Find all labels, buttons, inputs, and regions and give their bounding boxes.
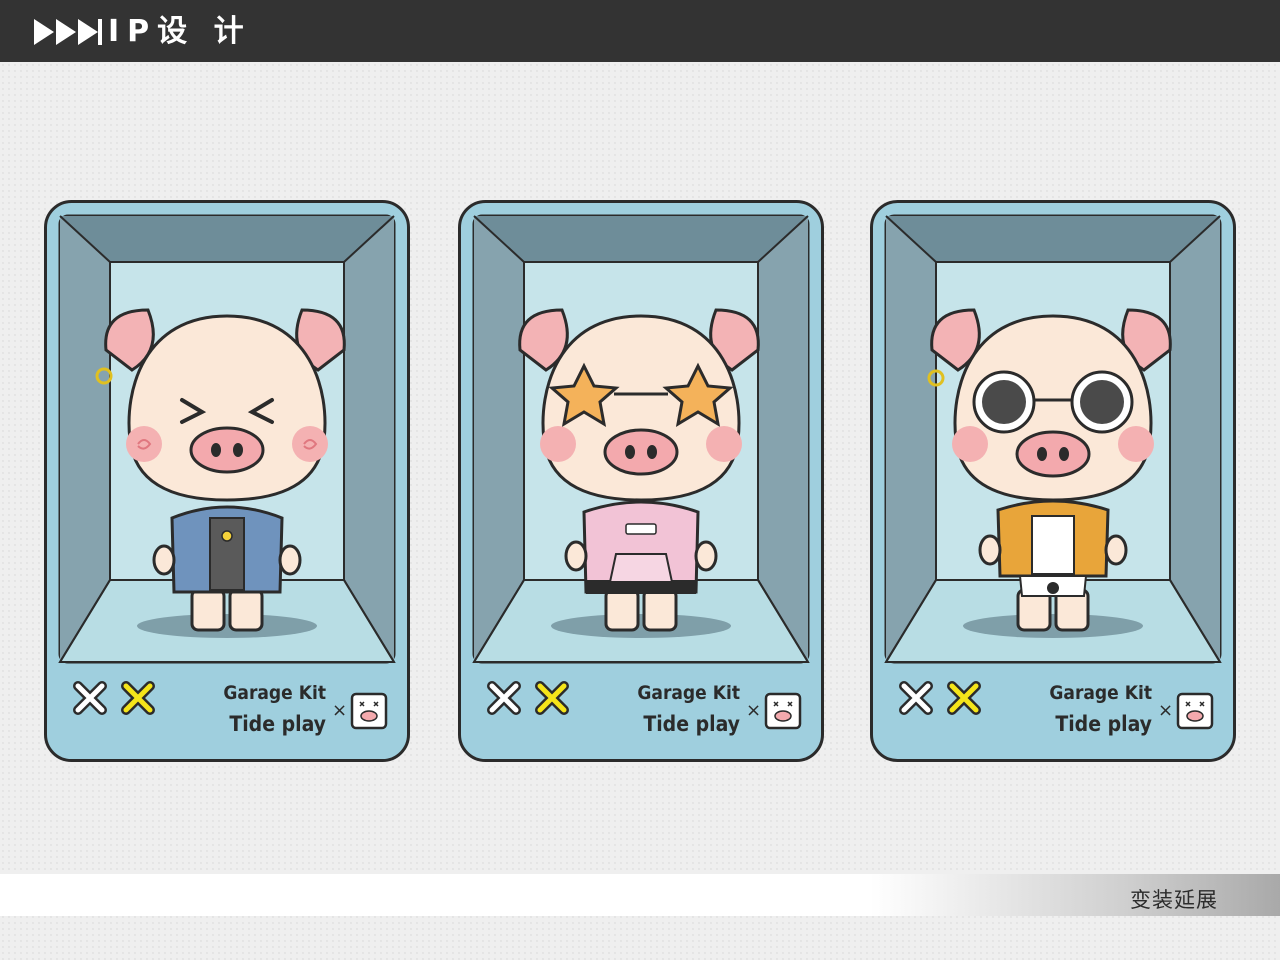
footer-label: 变装延展 — [1130, 888, 1218, 912]
display-box-2 — [458, 200, 824, 762]
garage-kit-label: Garage Kit — [223, 682, 326, 704]
times-sign: × — [1158, 700, 1174, 721]
footer-band — [0, 874, 1280, 916]
header-bar: IP设 计 — [0, 0, 1280, 62]
figure-card-2: Garage Kit Tide play × — [458, 200, 824, 762]
tide-play-label: Tide play — [1055, 712, 1152, 736]
garage-kit-label: Garage Kit — [1049, 682, 1152, 704]
display-box-3 — [870, 200, 1236, 762]
times-sign: × — [746, 700, 762, 721]
figure-card-3: Garage Kit Tide play × — [870, 200, 1236, 762]
garage-kit-label: Garage Kit — [637, 682, 740, 704]
play-arrows-icon — [34, 19, 102, 45]
page-title: IP设 计 — [108, 14, 252, 49]
figure-card-1: Garage Kit Tide play × — [44, 200, 410, 762]
display-box-1 — [44, 200, 410, 762]
times-sign: × — [332, 700, 348, 721]
tide-play-label: Tide play — [229, 712, 326, 736]
tide-play-label: Tide play — [643, 712, 740, 736]
